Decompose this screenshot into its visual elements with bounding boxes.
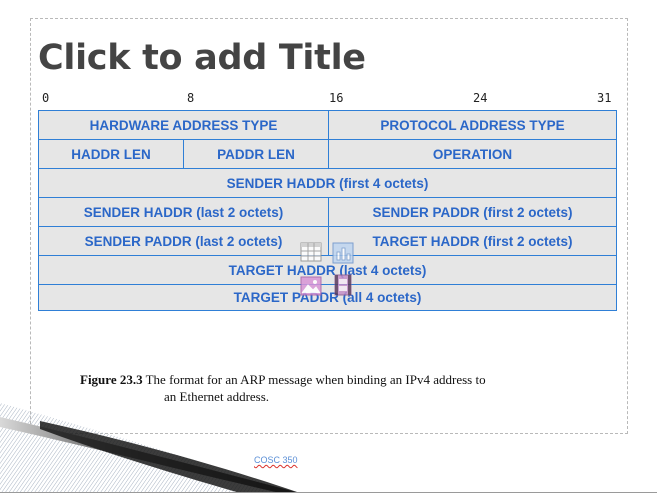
- insert-content-icons: [300, 241, 360, 301]
- table-cell: HARDWARE ADDRESS TYPE: [39, 111, 329, 139]
- table-row: HADDR LEN PADDR LEN OPERATION: [39, 140, 616, 169]
- bit-label-0: 0: [42, 91, 50, 105]
- decorative-swoosh: [0, 403, 300, 493]
- bit-label-31: 31: [597, 91, 612, 105]
- table-icon[interactable]: [300, 241, 322, 263]
- figure-label: Figure 23.3: [80, 372, 143, 387]
- table-row: HARDWARE ADDRESS TYPE PROTOCOL ADDRESS T…: [39, 111, 616, 140]
- table-cell: OPERATION: [432, 146, 513, 162]
- table-cell: SENDER PADDR (first 2 octets): [372, 204, 573, 220]
- slide-canvas: Click to add Title 0 8 16 24 31 HARDWARE…: [0, 0, 657, 498]
- table-row: SENDER HADDR (first 4 octets): [39, 169, 616, 198]
- slide-title-placeholder[interactable]: Click to add Title: [38, 38, 366, 78]
- table-cell: SENDER PADDR (last 2 octets): [39, 227, 329, 255]
- footer-course-label: COSC 350: [254, 455, 298, 465]
- table-cell: PADDR LEN: [184, 140, 329, 168]
- chart-icon[interactable]: [332, 242, 354, 264]
- figure-caption-line-1: The format for an ARP message when bindi…: [145, 372, 486, 387]
- bottom-divider: [0, 492, 657, 493]
- table-cell: HADDR LEN: [39, 140, 184, 168]
- media-icon[interactable]: [332, 274, 354, 296]
- table-cell: SENDER HADDR (first 4 octets): [226, 175, 429, 191]
- table-cell: TARGET HADDR (first 2 octets): [372, 233, 573, 249]
- bit-label-8: 8: [187, 91, 195, 105]
- bit-ruler: 0 8 16 24 31: [0, 91, 657, 105]
- picture-icon[interactable]: [300, 275, 322, 297]
- table-cell: PROTOCOL ADDRESS TYPE: [380, 117, 565, 133]
- table-row: SENDER HADDR (last 2 octets) SENDER PADD…: [39, 198, 616, 227]
- bit-label-16: 16: [329, 91, 344, 105]
- bit-label-24: 24: [473, 91, 488, 105]
- table-cell: SENDER HADDR (last 2 octets): [39, 198, 329, 226]
